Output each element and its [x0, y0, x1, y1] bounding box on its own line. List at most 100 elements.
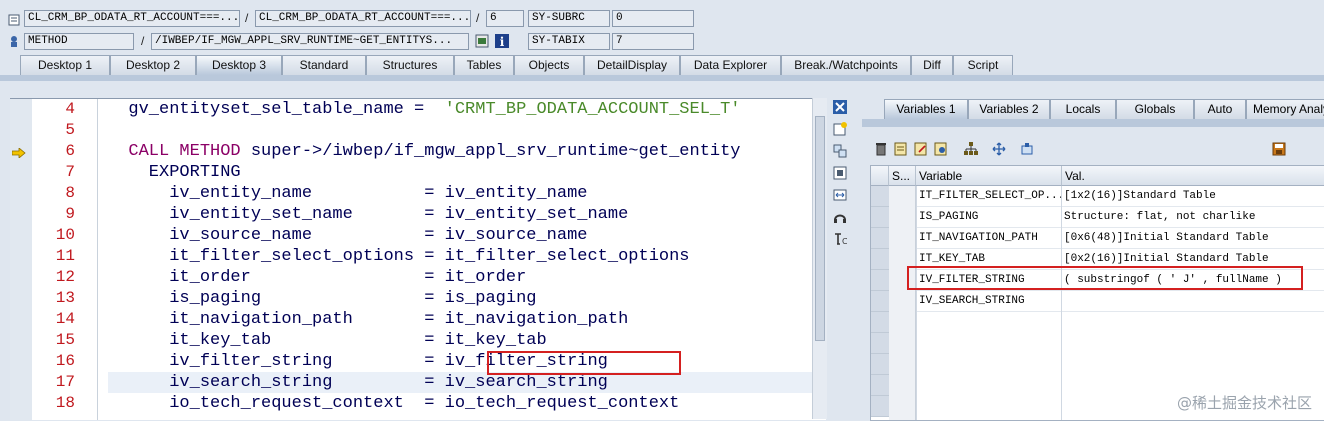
line-number: 17: [55, 373, 75, 391]
close-icon[interactable]: [833, 100, 847, 114]
variable-name-cell[interactable]: IV_FILTER_STRING: [917, 270, 1061, 291]
code-line[interactable]: 14 it_navigation_path = it_navigation_pa…: [10, 309, 810, 330]
row-selector[interactable]: [871, 312, 889, 333]
swap-tool-icon[interactable]: [833, 144, 847, 158]
tab-desktop-2[interactable]: Desktop 2: [110, 55, 196, 75]
svg-text:i: i: [500, 35, 505, 48]
maximize-icon[interactable]: [833, 166, 847, 180]
new-list-icon[interactable]: [894, 142, 908, 156]
variable-name-cell[interactable]: IT_KEY_TAB: [917, 249, 1061, 270]
line-number-field[interactable]: 6: [486, 10, 524, 27]
method-icon: [7, 34, 21, 48]
event-field[interactable]: /IWBEP/IF_MGW_APPL_SRV_RUNTIME~GET_ENTIT…: [151, 33, 469, 50]
row-selector[interactable]: [871, 270, 889, 291]
info-icon[interactable]: i: [495, 34, 509, 49]
new-tool-icon[interactable]: [833, 122, 847, 136]
tab-desktop-1[interactable]: Desktop 1: [20, 55, 110, 75]
sysvar-name-2[interactable]: SY-TABIX: [528, 33, 610, 50]
tool-settings-icon[interactable]: C: [833, 232, 848, 246]
code-line[interactable]: 12 it_order = it_order: [10, 267, 810, 288]
tool-sidebar: C: [828, 98, 854, 419]
variable-value-cell[interactable]: [0x6(48)]Initial Standard Table: [1062, 228, 1324, 249]
tab-objects[interactable]: Objects: [514, 55, 584, 75]
tab-variables-1[interactable]: Variables 1: [884, 99, 968, 119]
row-selector[interactable]: [871, 333, 889, 354]
column-header-variable[interactable]: Variable: [916, 166, 1062, 186]
tab-desktop-3[interactable]: Desktop 3: [196, 55, 282, 75]
tab-variables-2[interactable]: Variables 2: [968, 99, 1050, 119]
sysvar-name-1[interactable]: SY-SUBRC: [528, 10, 610, 27]
code-line[interactable]: 16 iv_filter_string = iv_filter_string: [10, 351, 810, 372]
scrollbar-thumb[interactable]: [815, 116, 825, 341]
variables-grid[interactable]: S... Variable Val. IT_FILTER_SELECT_OP..…: [870, 165, 1324, 421]
line-number: 11: [55, 247, 75, 265]
detail-icon[interactable]: [1020, 142, 1034, 156]
delete-icon[interactable]: [874, 142, 888, 156]
save-icon[interactable]: [1272, 142, 1286, 156]
list-filter-icon[interactable]: [934, 142, 948, 156]
code-line[interactable]: 9 iv_entity_set_name = iv_entity_set_nam…: [10, 204, 810, 225]
tab-structures[interactable]: Structures: [366, 55, 454, 75]
code-line[interactable]: 4 gv_entityset_sel_table_name = 'CRMT_BP…: [10, 99, 810, 120]
variable-value-cell[interactable]: [1062, 291, 1324, 312]
services-icon[interactable]: [833, 210, 847, 224]
variable-name-cell[interactable]: IV_SEARCH_STRING: [917, 291, 1061, 312]
select-variable-icon[interactable]: [475, 34, 489, 48]
event-type-field[interactable]: METHOD: [24, 33, 134, 50]
row-selector[interactable]: [871, 249, 889, 270]
tab-tables[interactable]: Tables: [454, 55, 514, 75]
column-header-select: [871, 166, 889, 186]
variables-tab-bar: Variables 1 Variables 2 Locals Globals A…: [880, 99, 1324, 119]
row-selector[interactable]: [871, 375, 889, 396]
tab-diff[interactable]: Diff: [911, 55, 953, 75]
variable-name-cell[interactable]: IT_NAVIGATION_PATH: [917, 228, 1061, 249]
include-field[interactable]: CL_CRM_BP_ODATA_RT_ACCOUNT===...: [255, 10, 471, 27]
row-selector[interactable]: [871, 354, 889, 375]
move-icon[interactable]: [992, 142, 1006, 156]
code-line[interactable]: 15 it_key_tab = it_key_tab: [10, 330, 810, 351]
tab-standard[interactable]: Standard: [282, 55, 366, 75]
program-field[interactable]: CL_CRM_BP_ODATA_RT_ACCOUNT===...: [24, 10, 240, 27]
row-selector[interactable]: [871, 228, 889, 249]
variable-name-cell[interactable]: IS_PAGING: [917, 207, 1061, 228]
code-text: EXPORTING: [108, 163, 241, 182]
tab-globals[interactable]: Globals: [1116, 99, 1194, 119]
variable-value-cell[interactable]: [1x2(16)]Standard Table: [1062, 186, 1324, 207]
row-selector[interactable]: [871, 207, 889, 228]
code-line[interactable]: 7 EXPORTING: [10, 162, 810, 183]
code-line[interactable]: 17 iv_search_string = iv_search_string: [10, 372, 810, 393]
hierarchy-icon[interactable]: [964, 142, 978, 156]
code-line[interactable]: 8 iv_entity_name = iv_entity_name: [10, 183, 810, 204]
source-code-editor[interactable]: 4 gv_entityset_sel_table_name = 'CRMT_BP…: [10, 98, 826, 420]
desktop-tab-bar: Desktop 1 Desktop 2 Desktop 3 Standard S…: [14, 55, 1324, 75]
variable-value-cell[interactable]: ( substringof ( ' J' , fullName ): [1062, 270, 1324, 291]
resize-horizontal-icon[interactable]: [833, 188, 847, 202]
tab-script[interactable]: Script: [953, 55, 1013, 75]
column-header-value[interactable]: Val.: [1062, 166, 1324, 186]
sysvar-value-2[interactable]: 7: [612, 33, 694, 50]
line-number: 10: [55, 226, 75, 244]
column-header-status[interactable]: S...: [889, 166, 916, 186]
code-line[interactable]: 5: [10, 120, 810, 141]
variable-name-cell[interactable]: IT_FILTER_SELECT_OP...: [917, 186, 1061, 207]
code-line[interactable]: 13 is_paging = is_paging: [10, 288, 810, 309]
code-line[interactable]: 11 it_filter_select_options = it_filter_…: [10, 246, 810, 267]
row-selector[interactable]: [871, 186, 889, 207]
tab-locals[interactable]: Locals: [1050, 99, 1116, 119]
variable-value-cell[interactable]: Structure: flat, not charlike: [1062, 207, 1324, 228]
tab-memory-analysis[interactable]: Memory Analy: [1246, 99, 1324, 119]
row-selector[interactable]: [871, 291, 889, 312]
tab-auto[interactable]: Auto: [1194, 99, 1246, 119]
tab-data-explorer[interactable]: Data Explorer: [680, 55, 781, 75]
sysvar-value-1[interactable]: 0: [612, 10, 694, 27]
list-edit-icon[interactable]: [914, 142, 928, 156]
code-text: it_filter_select_options = it_filter_sel…: [108, 247, 690, 266]
code-vertical-scrollbar[interactable]: [812, 98, 827, 419]
code-line[interactable]: 10 iv_source_name = iv_source_name: [10, 225, 810, 246]
variable-value-cell[interactable]: [0x2(16)]Initial Standard Table: [1062, 249, 1324, 270]
tab-detail-display[interactable]: DetailDisplay: [584, 55, 680, 75]
row-selector[interactable]: [871, 396, 889, 417]
code-line-current[interactable]: 6 CALL METHOD super->/iwbep/if_mgw_appl_…: [10, 141, 810, 162]
tab-breakpoints-watchpoints[interactable]: Break./Watchpoints: [781, 55, 911, 75]
code-line[interactable]: 18 io_tech_request_context = io_tech_req…: [10, 393, 810, 414]
